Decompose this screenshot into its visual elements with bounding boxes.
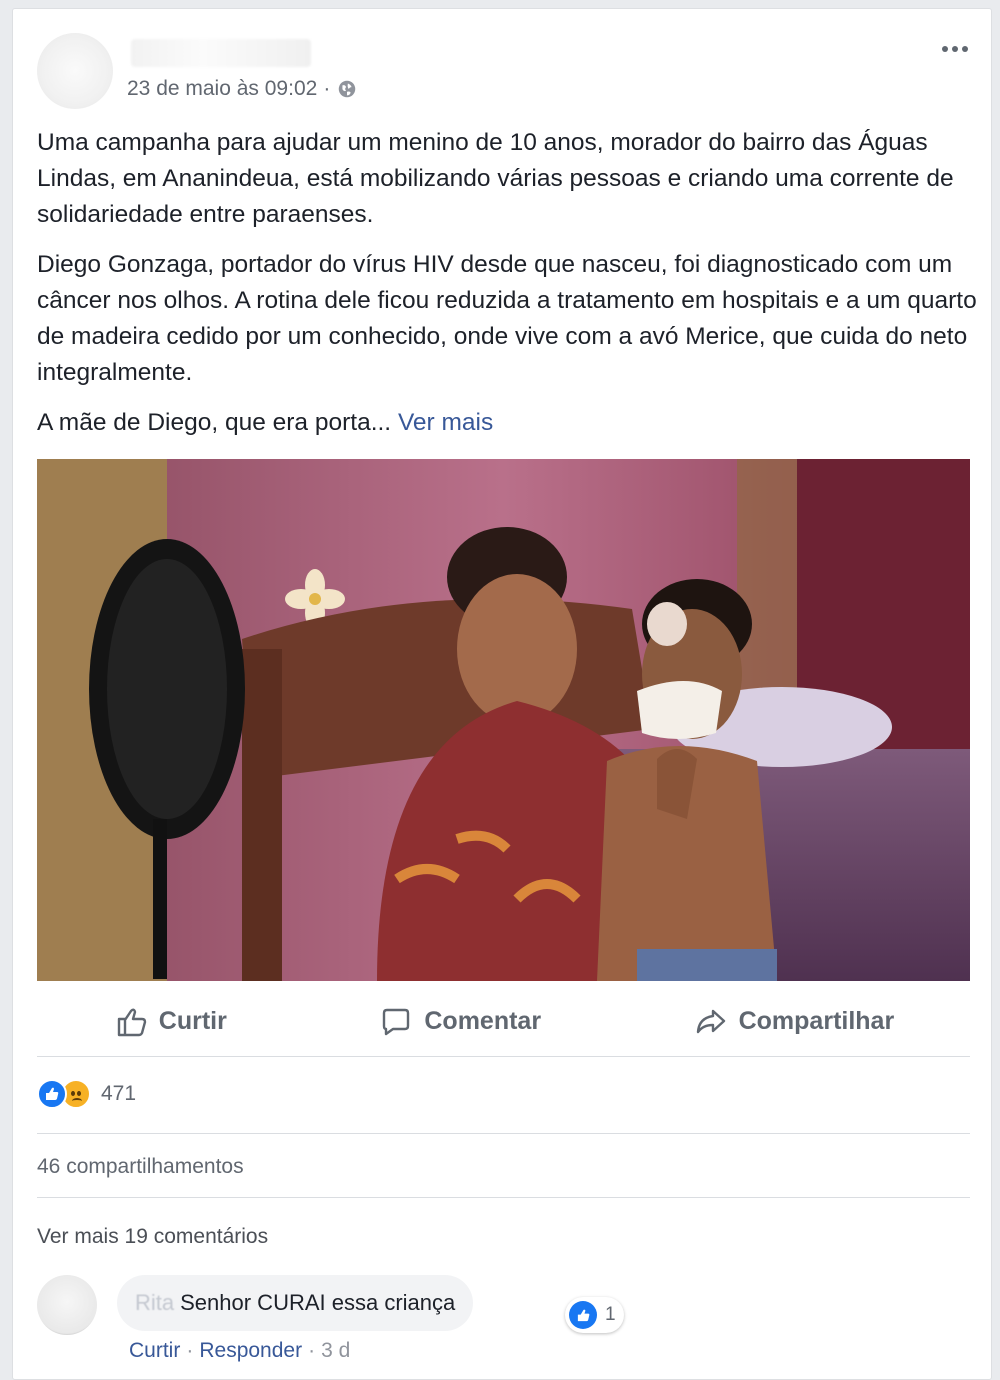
comment-reply-link[interactable]: Responder xyxy=(199,1339,302,1363)
post-paragraph-3: A mãe de Diego, que era porta... Ver mai… xyxy=(37,405,977,441)
like-reaction-icon xyxy=(569,1301,597,1329)
comment-label: Comentar xyxy=(424,1007,542,1035)
separator: · xyxy=(323,77,331,100)
author-avatar[interactable] xyxy=(37,33,113,109)
separator: · xyxy=(308,1339,316,1362)
post-body: Uma campanha para ajudar um menino de 10… xyxy=(37,125,977,455)
post-timestamp[interactable]: 23 de maio às 09:02 xyxy=(127,77,317,101)
comment-like-link[interactable]: Curtir xyxy=(129,1339,180,1363)
shares-count-link[interactable]: 46 compartilhamentos xyxy=(37,1155,244,1179)
post-paragraph-2: Diego Gonzaga, portador do vírus HIV des… xyxy=(37,251,977,386)
action-bar: Curtir Comentar Compartilhar xyxy=(37,987,970,1057)
commenter-name[interactable]: Rita xyxy=(135,1290,174,1316)
like-reaction-icon xyxy=(37,1079,67,1109)
post-paragraph-1: Uma campanha para ajudar um menino de 10… xyxy=(37,129,954,228)
post-meta: 23 de maio às 09:02 · xyxy=(127,77,358,101)
speech-bubble-icon xyxy=(383,1008,410,1035)
reaction-count: 471 xyxy=(101,1082,137,1105)
post-photo[interactable] xyxy=(37,459,970,981)
more-options-icon[interactable] xyxy=(935,37,975,61)
comment-button[interactable]: Comentar xyxy=(378,1004,541,1040)
comment-text: Senhor CURAI essa criança xyxy=(180,1290,456,1315)
divider xyxy=(37,1197,970,1198)
share-button[interactable]: Compartilhar xyxy=(693,1004,895,1040)
view-more-comments-link[interactable]: Ver mais 19 comentários xyxy=(37,1225,268,1249)
like-button[interactable]: Curtir xyxy=(113,1004,227,1040)
share-label: Compartilhar xyxy=(738,1007,895,1035)
commenter-avatar[interactable] xyxy=(37,1275,97,1335)
divider xyxy=(37,1133,970,1134)
separator: · xyxy=(186,1339,194,1362)
comment-age[interactable]: 3 d xyxy=(321,1339,350,1363)
share-arrow-icon xyxy=(696,1009,725,1033)
comment-actions: Curtir · Responder · 3 d xyxy=(129,1339,350,1363)
globe-icon[interactable] xyxy=(336,78,358,100)
thumbs-up-icon xyxy=(117,1008,146,1036)
author-name-redacted[interactable] xyxy=(131,39,311,67)
comment-bubble: Rita Senhor CURAI essa criança xyxy=(117,1275,474,1331)
comment-like-count[interactable]: 1 xyxy=(565,1297,624,1333)
post-card: 23 de maio às 09:02 · Uma campanha para … xyxy=(12,8,992,1380)
post-truncated-text: A mãe de Diego, que era porta... xyxy=(37,409,392,436)
reaction-summary[interactable]: 471 xyxy=(37,1079,136,1109)
like-label: Curtir xyxy=(158,1007,227,1035)
see-more-link[interactable]: Ver mais xyxy=(398,409,493,436)
comment-like-number: 1 xyxy=(605,1304,616,1325)
